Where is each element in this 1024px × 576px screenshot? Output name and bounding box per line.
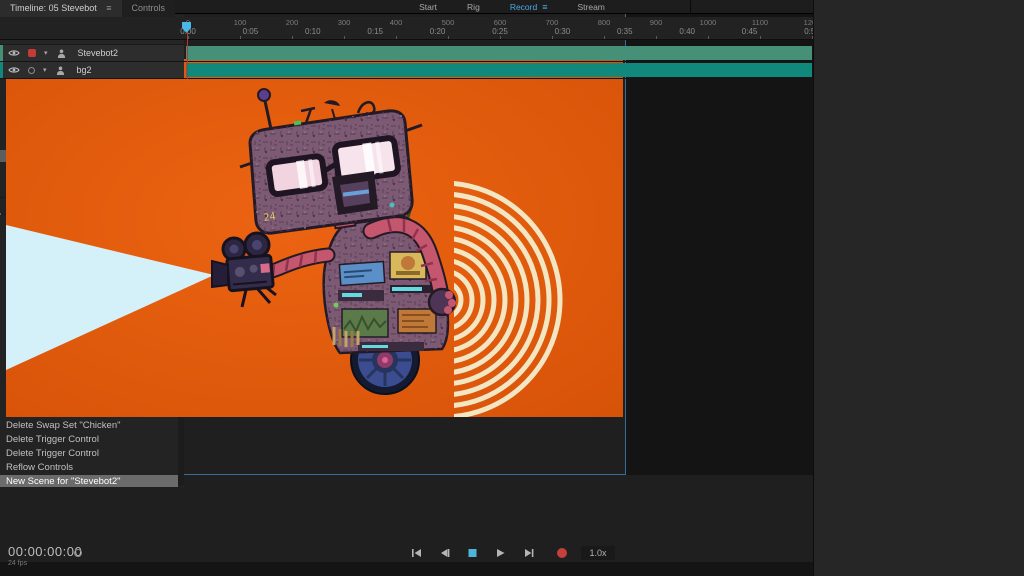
record-button[interactable]: [557, 548, 567, 558]
ruler-tick-mark: [604, 36, 605, 39]
chevron-down-icon[interactable]: ▾: [44, 49, 48, 57]
ruler-frame-tick: 500: [442, 18, 455, 27]
ruler-frame-tick: 1100: [752, 18, 768, 27]
workspace-tab-start[interactable]: Start: [419, 2, 437, 12]
ruler-time-tick: 0:25: [492, 27, 508, 36]
tab-controls[interactable]: Controls: [122, 0, 176, 17]
stop-button[interactable]: [465, 547, 479, 559]
ruler-time-tick: 0:05: [243, 27, 259, 36]
ruler-time-tick: 0:20: [430, 27, 446, 36]
eye-icon[interactable]: [8, 66, 20, 74]
timeline-ruler[interactable]: frames m:ss 0100200300400500600700800900…: [0, 17, 813, 40]
ruler-frame-tick: 1000: [700, 18, 717, 27]
track-color-strip: [0, 62, 3, 78]
track-header: ▾ bg2: [0, 62, 184, 78]
ruler-time-tick: 0:40: [679, 27, 695, 36]
track-name: Stevebot2: [78, 48, 119, 58]
timeline-tab-label: Timeline: 05 Stevebot: [10, 3, 97, 13]
ruler-tick-mark: [344, 36, 345, 39]
ruler-tick-mark: [292, 36, 293, 39]
play-button[interactable]: [493, 547, 507, 559]
history-item[interactable]: Delete Trigger Control: [0, 433, 178, 447]
ruler-frame-tick: 900: [650, 18, 663, 27]
ruler-tick-mark: [552, 36, 553, 39]
history-item[interactable]: New Scene for "Stevebot2": [0, 475, 178, 487]
ruler-time-tick: 0:15: [367, 27, 383, 36]
ruler-tick-mark: [708, 36, 709, 39]
panel-menu-icon[interactable]: ≡: [106, 3, 111, 13]
ruler-frame-tick: 700: [546, 18, 559, 27]
panel-menu-icon[interactable]: ≡: [542, 2, 547, 12]
ruler-frame-tick: 200: [286, 18, 299, 27]
record-arm-icon[interactable]: [28, 49, 36, 57]
ruler-frame-tick: 300: [338, 18, 351, 27]
puppet-icon: [55, 66, 66, 75]
track-color-strip: [0, 45, 3, 61]
history-item[interactable]: Delete Swap Set "Chicken": [0, 419, 178, 433]
puppet-icon: [56, 49, 67, 58]
scene-canvas[interactable]: 24: [6, 59, 623, 417]
ruler-frame-tick: 800: [598, 18, 611, 27]
ruler-frame-tick: 400: [390, 18, 403, 27]
workspace-tab-rig[interactable]: Rig: [467, 2, 480, 12]
topbar-divider: [690, 0, 691, 13]
next-frame-button[interactable]: [521, 547, 535, 559]
ruler-time-tick: 0:30: [555, 27, 571, 36]
ruler-tick-mark: [500, 36, 501, 39]
ruler-time-tick: 0:10: [305, 27, 321, 36]
track-name: bg2: [77, 65, 92, 75]
ruler-tick-mark: [396, 36, 397, 39]
eye-icon[interactable]: [8, 49, 20, 57]
workspace-tab-stream[interactable]: Stream: [577, 2, 604, 12]
chevron-down-icon[interactable]: ▾: [43, 66, 47, 74]
svg-text:24: 24: [263, 211, 276, 224]
timeline-right-spacer: [813, 0, 1024, 576]
ruler-time-tick: 0:45: [742, 27, 758, 36]
ruler-time-tick: 0:35: [617, 27, 633, 36]
playback-speed[interactable]: 1.0x: [581, 546, 614, 560]
history-item[interactable]: Reflow Controls: [0, 461, 178, 475]
ruler-frame-tick: 600: [494, 18, 507, 27]
track-header: ▾ Stevebot2: [0, 45, 184, 61]
ruler-tick-mark: [656, 36, 657, 39]
previous-frame-button[interactable]: [437, 547, 451, 559]
fps-label: 24 fps: [8, 560, 27, 567]
history-item[interactable]: Delete Trigger Control: [0, 447, 178, 461]
workspace-tab-record[interactable]: Record≡: [510, 2, 548, 12]
timeline-track-row: ▾ bg2: [0, 62, 813, 79]
record-off-icon[interactable]: [28, 67, 35, 74]
ruler-frame-tick: 100: [234, 18, 247, 27]
tab-timeline[interactable]: Timeline: 05 Stevebot ≡: [0, 0, 122, 17]
track-clip-bar[interactable]: [186, 46, 812, 60]
track-clip-bar[interactable]: [186, 63, 812, 77]
ruler-tick-mark: [188, 36, 189, 39]
ruler-tick-mark: [760, 36, 761, 39]
ruler-tick-mark: [240, 36, 241, 39]
character-animator-app: { "topbar": { "tabs": [ {"label": "Start…: [0, 0, 1024, 576]
timeline-track-row: ▾ Stevebot2: [0, 45, 813, 62]
ruler-tick-mark: [448, 36, 449, 39]
go-to-start-button[interactable]: [409, 547, 423, 559]
